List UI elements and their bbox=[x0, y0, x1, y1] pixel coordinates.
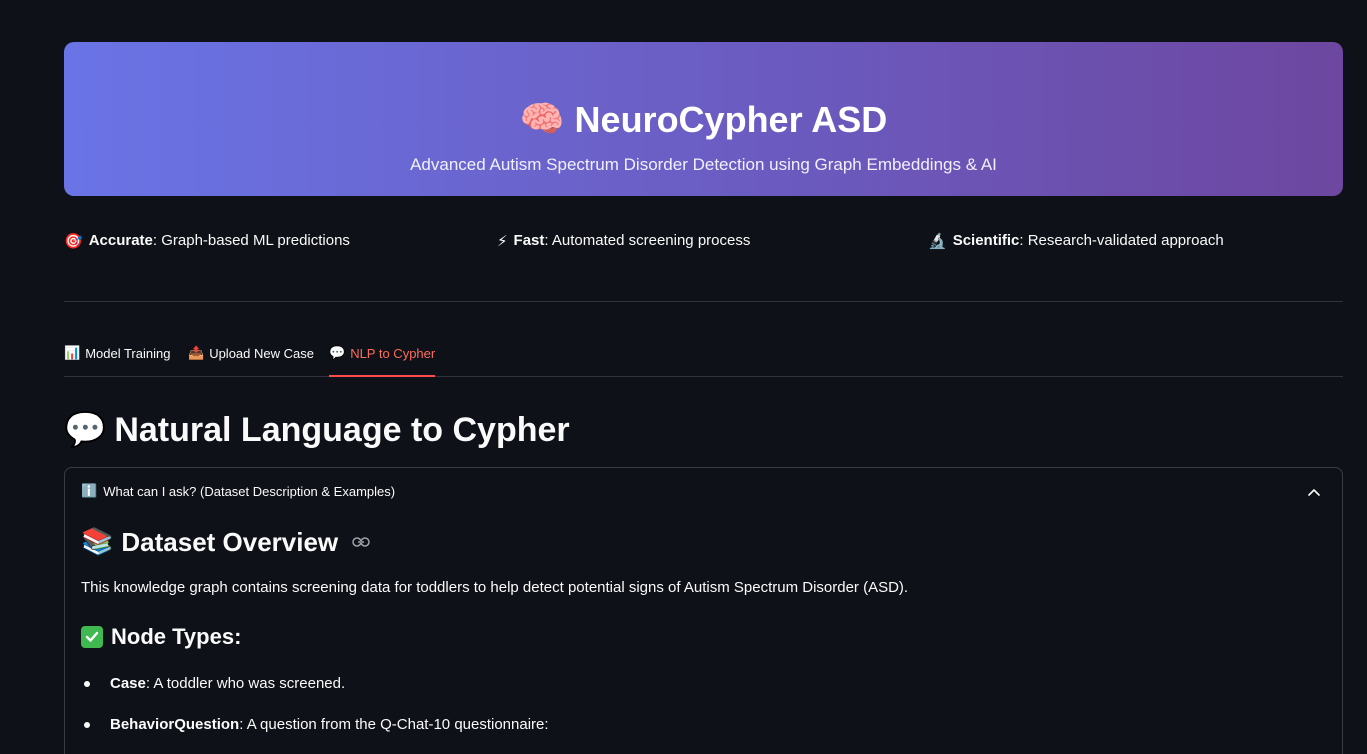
list-item-term: Case bbox=[110, 675, 146, 692]
node-types-title: Node Types: bbox=[111, 624, 242, 649]
page-title-text: Natural Language to Cypher bbox=[114, 411, 570, 449]
feature-scientific-text: Scientific: Research-validated approach bbox=[953, 230, 1224, 252]
feature-accurate-label: Accurate bbox=[88, 232, 153, 249]
feature-accurate-desc: : Graph-based ML predictions bbox=[152, 232, 350, 249]
chevron-up-icon[interactable] bbox=[1302, 480, 1326, 504]
info-icon: ℹ️ bbox=[81, 484, 98, 499]
link-icon[interactable] bbox=[352, 537, 370, 547]
dataset-overview-heading: 📚 Dataset Overview bbox=[81, 524, 370, 560]
app-root: 🧠 NeuroCypher ASD Advanced Autism Spectr… bbox=[0, 0, 1367, 754]
expander-header[interactable]: ℹ️ What can I ask? (Dataset Description … bbox=[81, 480, 1326, 504]
feature-fast-desc: : Automated screening process bbox=[544, 232, 751, 249]
list-item-desc: : A toddler who was screened. bbox=[145, 675, 346, 692]
dataset-overview-title: Dataset Overview bbox=[121, 527, 339, 557]
list-item-desc: : A question from the Q-Chat-10 question… bbox=[239, 716, 549, 733]
node-types-heading: Node Types: bbox=[81, 621, 241, 653]
app-title-text: NeuroCypher ASD bbox=[574, 99, 888, 140]
tab-model-training-label: Model Training bbox=[85, 346, 171, 361]
feature-row: 🎯 Accurate: Graph-based ML predictions ⚡… bbox=[64, 230, 1343, 252]
tab-upload-new-case[interactable]: 📤 Upload New Case bbox=[188, 342, 314, 375]
page-title: 💬 Natural Language to Cypher bbox=[64, 408, 570, 452]
feature-accurate: 🎯 Accurate: Graph-based ML predictions bbox=[64, 230, 350, 252]
tab-upload-new-case-label: Upload New Case bbox=[209, 346, 314, 361]
books-icon: 📚 bbox=[81, 527, 114, 557]
feature-fast: ⚡ Fast: Automated screening process bbox=[497, 230, 750, 252]
check-mark-icon bbox=[81, 626, 103, 648]
dataset-overview-text: This knowledge graph contains screening … bbox=[81, 579, 909, 596]
feature-fast-text: Fast: Automated screening process bbox=[514, 230, 751, 252]
feature-scientific: 🔬 Scientific: Research-validated approac… bbox=[928, 230, 1224, 252]
list-item: Case: A toddler who was screened. bbox=[81, 673, 345, 695]
tab-bar: 📊 Model Training 📤 Upload New Case 💬 NLP… bbox=[64, 342, 1343, 377]
app-subtitle: Advanced Autism Spectrum Disorder Detect… bbox=[410, 155, 997, 174]
app-title: 🧠 NeuroCypher ASD bbox=[64, 98, 1343, 142]
target-icon: 🎯 bbox=[64, 232, 83, 250]
expander-label: What can I ask? (Dataset Description & E… bbox=[103, 484, 396, 499]
hero-banner: 🧠 NeuroCypher ASD Advanced Autism Spectr… bbox=[64, 42, 1343, 196]
list-item-term: BehaviorQuestion bbox=[110, 716, 240, 733]
tab-nlp-to-cypher-label: NLP to Cypher bbox=[350, 346, 436, 361]
feature-fast-label: Fast bbox=[513, 232, 545, 249]
list-item: BehaviorQuestion: A question from the Q-… bbox=[81, 714, 549, 736]
tab-nlp-to-cypher[interactable]: 💬 NLP to Cypher bbox=[329, 342, 436, 377]
divider bbox=[64, 301, 1343, 302]
bar-chart-icon: 📊 bbox=[64, 346, 81, 361]
bullet bbox=[84, 722, 90, 728]
feature-accurate-text: Accurate: Graph-based ML predictions bbox=[89, 230, 350, 252]
dataset-info-expander: ℹ️ What can I ask? (Dataset Description … bbox=[64, 467, 1343, 754]
speech-bubble-icon: 💬 bbox=[64, 410, 107, 450]
bullet bbox=[84, 681, 90, 687]
upload-tray-icon: 📤 bbox=[188, 346, 205, 361]
feature-scientific-label: Scientific bbox=[952, 232, 1020, 249]
lightning-icon: ⚡ bbox=[497, 232, 508, 250]
brain-icon: 🧠 bbox=[519, 99, 565, 140]
tab-model-training[interactable]: 📊 Model Training bbox=[64, 342, 170, 375]
microscope-icon: 🔬 bbox=[928, 232, 947, 250]
feature-scientific-desc: : Research-validated approach bbox=[1019, 232, 1224, 249]
speech-bubble-icon: 💬 bbox=[329, 346, 346, 361]
